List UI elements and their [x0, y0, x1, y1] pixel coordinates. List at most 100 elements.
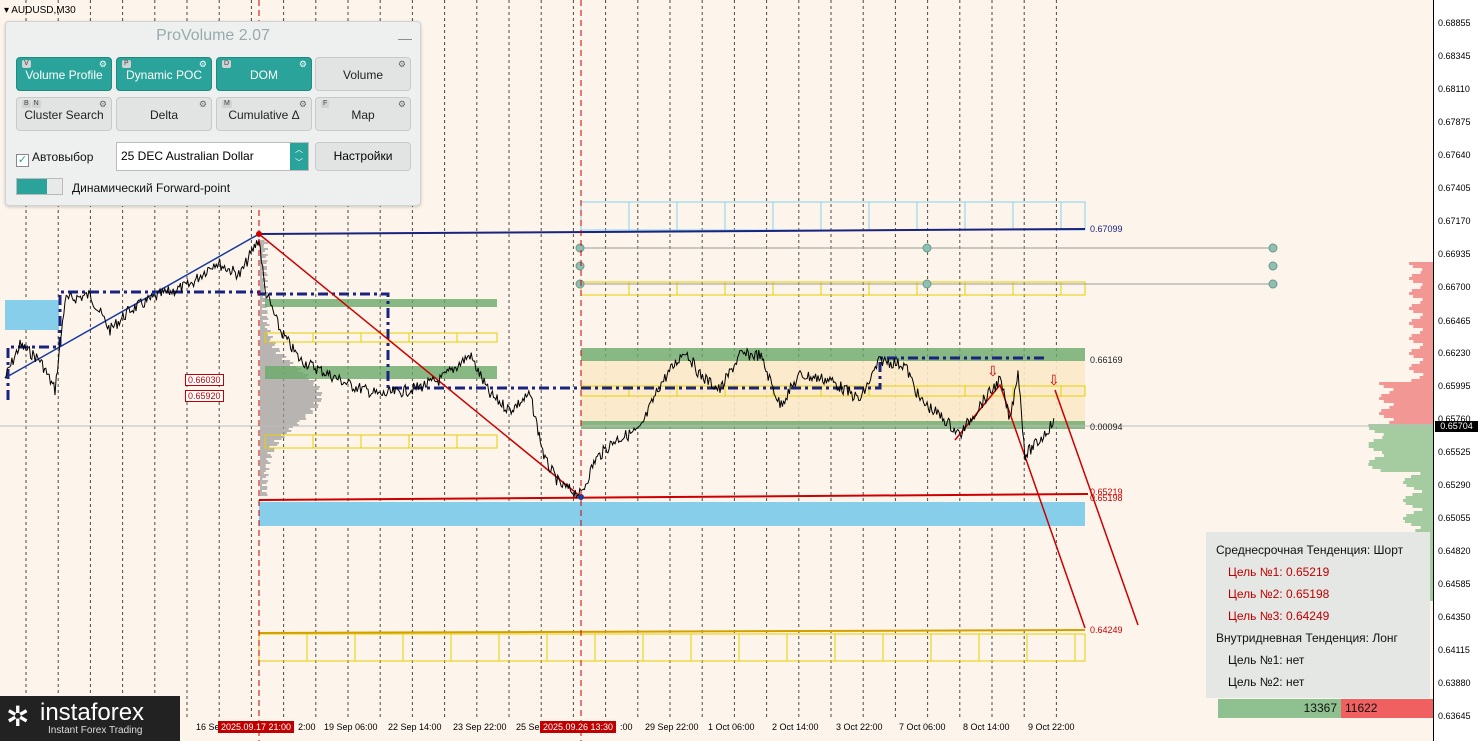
autoselect-checkbox[interactable]: ✓ Автовыбор	[16, 150, 93, 167]
spinner-icon[interactable]: ︿ ﹀	[290, 143, 308, 170]
mode-button-4[interactable]: B N ⚙ Cluster Search	[16, 97, 112, 131]
forward-point-toggle[interactable]	[16, 178, 63, 195]
dom-bar	[1419, 346, 1433, 349]
price-tick: 0.65995	[1438, 381, 1471, 391]
dom-bar	[1373, 439, 1433, 442]
mode-button-7[interactable]: F ⚙ Map	[315, 97, 411, 131]
time-tick: 2:00	[298, 722, 316, 732]
zone-box	[868, 201, 918, 231]
mode-button-0[interactable]: V ⚙ Volume Profile	[16, 57, 112, 91]
dom-bar	[1420, 472, 1433, 475]
mode-button-3[interactable]: ⚙ Volume	[315, 57, 411, 91]
mode-button-5[interactable]: ⚙ Delta	[116, 97, 212, 131]
dom-bar	[1411, 379, 1433, 382]
mode-button-1[interactable]: P ⚙ Dynamic POC	[116, 57, 212, 91]
check-icon: ✓	[16, 154, 29, 167]
medium-term-trend: Среднесрочная Тенденция: Шорт	[1216, 543, 1404, 557]
gear-icon[interactable]: ⚙	[299, 59, 307, 69]
toggle-knob	[17, 179, 47, 194]
dom-bar	[1374, 457, 1433, 460]
volume-profile-bar	[260, 278, 266, 280]
dom-bar	[1409, 322, 1433, 325]
price-tick: 0.64350	[1438, 612, 1471, 622]
dom-bar	[1393, 403, 1433, 406]
volume-profile-bar	[260, 344, 275, 346]
mode-button-label: Map	[351, 108, 375, 122]
gear-icon[interactable]: ⚙	[299, 99, 307, 109]
anchor-dot	[1268, 261, 1278, 271]
price-tick: 0.66230	[1438, 348, 1471, 358]
dom-bar	[1381, 394, 1433, 397]
dom-bar	[1420, 286, 1433, 289]
settings-button[interactable]: Настройки	[315, 142, 411, 171]
target-3: Цель №3: 0.64249	[1228, 609, 1330, 623]
hotkey-badge: V	[22, 60, 31, 68]
volume-profile-bar	[260, 470, 266, 472]
forward-point-label: Динамический Forward-point	[72, 181, 231, 195]
volume-profile-bar	[260, 350, 280, 352]
dom-bar	[1404, 478, 1433, 481]
level-bottom	[258, 629, 1086, 634]
mode-button-6[interactable]: M ⚙ Cumulative Δ	[216, 97, 312, 131]
hotkey-badge: F	[321, 100, 330, 108]
yellow-range-zone	[581, 360, 1085, 424]
price-tick: 0.63645	[1438, 711, 1471, 721]
time-tick: 7 Oct 06:00	[899, 722, 946, 732]
trend-panel: Среднесрочная Тенденция: Шорт Цель №1: 0…	[1206, 532, 1430, 698]
price-tick: 0.67170	[1438, 216, 1471, 226]
dom-bar	[1422, 268, 1433, 271]
time-tick: 1 Oct 06:00	[708, 722, 755, 732]
dom-bar	[1409, 367, 1433, 370]
gear-icon[interactable]: ⚙	[199, 99, 207, 109]
dom-bar	[1413, 370, 1433, 373]
volume-profile-bar	[260, 316, 268, 318]
volume-profile-bar	[260, 432, 287, 434]
mode-button-2[interactable]: D ⚙ DOM	[216, 57, 312, 91]
dom-bar	[1368, 442, 1433, 445]
dom-bar	[1420, 526, 1433, 529]
volume-profile-bar	[260, 266, 267, 268]
dom-bar	[1405, 502, 1433, 505]
intraday-trend: Внутридневная Тенденция: Лонг	[1216, 631, 1398, 645]
dom-bar	[1406, 514, 1433, 517]
dom-bar	[1409, 352, 1433, 355]
price-axis: 0.65704 0.68855 0.68345 0.68110 0.67875 0.67…	[1433, 0, 1480, 741]
gear-icon[interactable]: ⚙	[398, 59, 406, 69]
volume-profile-bar	[260, 240, 265, 242]
zone-box	[1012, 201, 1062, 231]
volume-profile-bar	[260, 386, 320, 388]
down-arrow-2: ⇩	[1048, 372, 1060, 388]
zone-box	[258, 633, 308, 662]
price-tick: 0.65290	[1438, 480, 1471, 490]
volume-profile-bar	[260, 468, 270, 470]
minimize-button[interactable]: —	[398, 30, 412, 46]
volume-profile-bar	[260, 482, 267, 484]
gear-icon[interactable]: ⚙	[398, 99, 406, 109]
dom-bar	[1412, 265, 1433, 268]
time-cursor-label: 2025.09.26 13:30	[540, 721, 617, 733]
zone-box	[820, 201, 870, 231]
trend-line-down	[258, 233, 582, 498]
dom-bar	[1419, 361, 1433, 364]
dom-bar	[1393, 418, 1433, 421]
mode-button-label: Dynamic POC	[125, 68, 202, 82]
volume-profile-bar	[260, 326, 265, 328]
volume-profile-bar	[260, 314, 262, 316]
instrument-select[interactable]: 25 DEC Australian Dollar ︿ ﹀	[116, 142, 309, 171]
zone-box	[1026, 633, 1076, 662]
time-tick: 23 Sep 22:00	[453, 722, 507, 732]
dom-bar	[1379, 397, 1433, 400]
blue-support-zone	[259, 502, 1085, 526]
volume-profile-bar	[260, 358, 282, 360]
dom-bar	[1405, 496, 1433, 499]
dom-bar	[1419, 376, 1433, 379]
zone-box	[882, 633, 932, 662]
volume-profile-bar	[260, 296, 263, 298]
gear-icon[interactable]: ⚙	[99, 99, 107, 109]
dom-bar	[1413, 310, 1433, 313]
gear-icon[interactable]: ⚙	[99, 59, 107, 69]
volume-profile-bar	[260, 300, 266, 302]
gear-icon[interactable]: ⚙	[199, 59, 207, 69]
dom-bar	[1374, 430, 1433, 433]
time-cursor-label: 2025.09.17 21:00	[218, 721, 295, 733]
